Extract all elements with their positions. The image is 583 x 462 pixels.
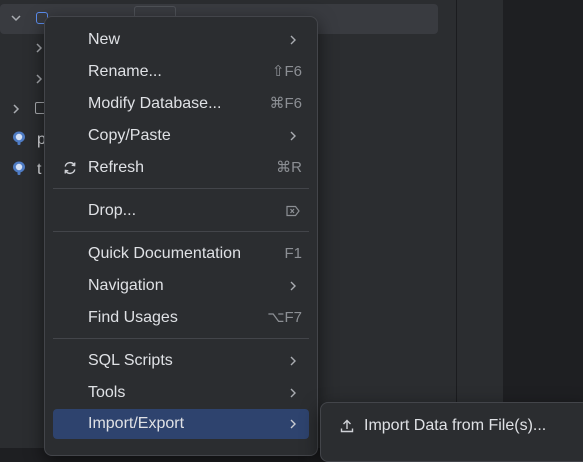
menu-item-new[interactable]: New — [53, 25, 309, 55]
menu-item-label: Drop... — [88, 202, 137, 219]
import-export-submenu: Import Data from File(s)... — [320, 402, 583, 462]
context-menu: New Rename... ⇧F6 Modify Database... ⌘F6… — [44, 16, 318, 456]
menu-item-sql-scripts[interactable]: SQL Scripts — [53, 346, 309, 376]
menu-item-shortcut: ⇧F6 — [271, 63, 302, 80]
menu-item-shortcut: ⌘R — [276, 159, 302, 176]
delete-key-icon — [286, 205, 300, 217]
menu-separator — [53, 231, 309, 232]
menu-item-rename[interactable]: Rename... ⇧F6 — [53, 57, 309, 87]
menu-item-navigation[interactable]: Navigation — [53, 271, 309, 301]
refresh-icon — [64, 161, 76, 175]
chevron-right-icon — [290, 419, 296, 429]
menu-item-shortcut: F1 — [284, 245, 302, 262]
menu-item-find-usages[interactable]: Find Usages ⌥F7 — [53, 303, 309, 333]
chevron-right-icon — [290, 281, 296, 291]
menu-item-label: Find Usages — [88, 309, 178, 326]
menu-item-label: New — [88, 31, 121, 48]
menu-item-label: Tools — [88, 384, 126, 401]
menu-item-tools[interactable]: Tools — [53, 378, 309, 408]
menu-item-label: Quick Documentation — [88, 245, 241, 262]
menu-item-import-data-from-files[interactable]: Import Data from File(s)... — [329, 411, 581, 441]
menu-item-drop[interactable]: Drop... — [53, 196, 309, 226]
menu-item-label: Import/Export — [88, 415, 185, 432]
menu-item-label: Refresh — [88, 159, 145, 176]
menu-separator — [53, 188, 309, 189]
editor-area — [503, 0, 583, 448]
chevron-right-icon[interactable] — [10, 103, 22, 115]
upload-icon — [340, 419, 354, 433]
postgresql-icon — [11, 160, 27, 176]
chevron-right-icon — [290, 35, 296, 45]
postgresql-icon — [11, 130, 27, 146]
menu-item-label: SQL Scripts — [88, 352, 173, 369]
menu-item-label: Modify Database... — [88, 95, 222, 112]
menu-item-import-export[interactable]: Import/Export — [53, 409, 309, 439]
menu-separator — [53, 338, 309, 339]
side-panel — [457, 0, 503, 448]
chevron-right-icon — [290, 131, 296, 141]
tree-item-label[interactable]: t — [37, 161, 41, 179]
menu-item-label: Navigation — [88, 277, 164, 294]
menu-item-label: Copy/Paste — [88, 127, 171, 144]
menu-item-refresh[interactable]: Refresh ⌘R — [53, 153, 309, 183]
menu-item-copy-paste[interactable]: Copy/Paste — [53, 121, 309, 151]
chevron-right-icon — [290, 356, 296, 366]
menu-item-shortcut: ⌘F6 — [269, 95, 302, 112]
menu-item-shortcut: ⌥F7 — [267, 309, 302, 326]
menu-item-modify-database[interactable]: Modify Database... ⌘F6 — [53, 89, 309, 119]
chevron-down-icon[interactable] — [10, 12, 22, 24]
menu-item-quick-documentation[interactable]: Quick Documentation F1 — [53, 239, 309, 269]
menu-item-label: Rename... — [88, 63, 162, 80]
chevron-right-icon — [290, 388, 296, 398]
menu-item-label: Import Data from File(s)... — [364, 417, 547, 434]
